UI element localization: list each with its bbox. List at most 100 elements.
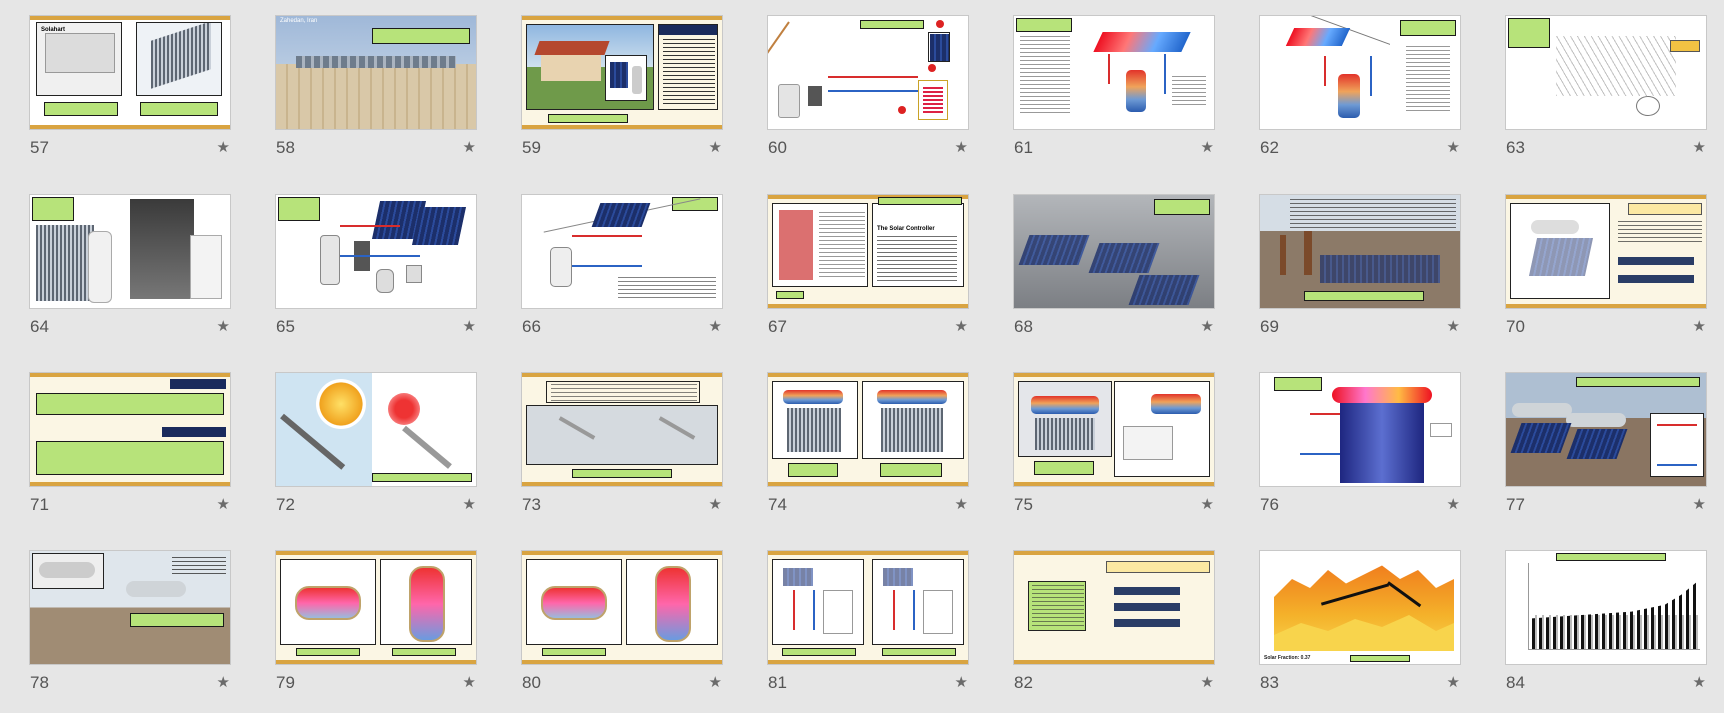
slide-75[interactable]: 75 ★: [1014, 373, 1214, 515]
star-icon[interactable]: ★: [1693, 673, 1706, 691]
slide-thumbnail[interactable]: [1014, 551, 1214, 664]
slide-thumbnail[interactable]: Zahedan, Iran: [276, 16, 476, 129]
star-icon[interactable]: ★: [955, 673, 968, 691]
slide-69[interactable]: 69 ★: [1260, 195, 1460, 337]
star-icon[interactable]: ★: [709, 138, 722, 156]
star-icon[interactable]: ★: [1201, 317, 1214, 335]
slide-72[interactable]: 72 ★: [276, 373, 476, 515]
star-icon[interactable]: ★: [1201, 673, 1214, 691]
slide-number: 61: [1014, 138, 1033, 157]
slide-thumbnail[interactable]: [522, 551, 722, 664]
slide-thumbnail[interactable]: [276, 551, 476, 664]
slide-71[interactable]: 71 ★: [30, 373, 230, 515]
slide-thumbnail[interactable]: The Solar Controller: [768, 195, 968, 308]
star-icon[interactable]: ★: [1447, 495, 1460, 513]
slide-thumbnail[interactable]: [522, 16, 722, 129]
star-icon[interactable]: ★: [709, 495, 722, 513]
slide-70[interactable]: 70 ★: [1506, 195, 1706, 337]
star-icon[interactable]: ★: [955, 317, 968, 335]
slide-74[interactable]: 74 ★: [768, 373, 968, 515]
slide-number: 75: [1014, 495, 1033, 514]
star-icon[interactable]: ★: [463, 495, 476, 513]
slide-80[interactable]: 80 ★: [522, 551, 722, 693]
slide-78[interactable]: 78 ★: [30, 551, 230, 693]
slide-59[interactable]: 59 ★: [522, 16, 722, 158]
slide-84[interactable]: 84 ★: [1506, 551, 1706, 693]
slide-thumbnail[interactable]: [768, 551, 968, 664]
slide-thumbnail[interactable]: [1260, 16, 1460, 129]
slide-76[interactable]: 76 ★: [1260, 373, 1460, 515]
slide-64[interactable]: 64 ★: [30, 195, 230, 337]
slide-number: 58: [276, 138, 295, 157]
slide-thumbnail[interactable]: [1260, 195, 1460, 308]
star-icon[interactable]: ★: [217, 673, 230, 691]
slide-thumbnail[interactable]: [1506, 373, 1706, 486]
slide-67[interactable]: The Solar Controller 67 ★: [768, 195, 968, 337]
slide-thumbnail[interactable]: [522, 195, 722, 308]
star-icon[interactable]: ★: [1201, 495, 1214, 513]
slide-62[interactable]: 62 ★: [1260, 16, 1460, 158]
slide-65[interactable]: 65 ★: [276, 195, 476, 337]
star-icon[interactable]: ★: [1201, 138, 1214, 156]
star-icon[interactable]: ★: [1447, 317, 1460, 335]
slide-thumbnail[interactable]: [1506, 195, 1706, 308]
star-icon[interactable]: ★: [709, 317, 722, 335]
slide-number: 83: [1260, 673, 1279, 692]
slide-thumbnail[interactable]: [1014, 16, 1214, 129]
star-icon[interactable]: ★: [463, 138, 476, 156]
slide-number: 63: [1506, 138, 1525, 157]
slide-number: 78: [30, 673, 49, 692]
slide-81[interactable]: 81 ★: [768, 551, 968, 693]
slide-number: 69: [1260, 317, 1279, 336]
slide-number: 60: [768, 138, 787, 157]
slide-thumbnail[interactable]: [1260, 373, 1460, 486]
slide-number: 67: [768, 317, 787, 336]
star-icon[interactable]: ★: [1693, 317, 1706, 335]
star-icon[interactable]: ★: [1447, 138, 1460, 156]
slide-number: 68: [1014, 317, 1033, 336]
slide-60[interactable]: 60 ★: [768, 16, 968, 158]
slide-thumbnail[interactable]: Solahart: [30, 16, 230, 129]
star-icon[interactable]: ★: [1447, 673, 1460, 691]
slide-thumbnail[interactable]: [522, 373, 722, 486]
slide-thumbnail[interactable]: [30, 551, 230, 664]
star-icon[interactable]: ★: [217, 138, 230, 156]
slide-73[interactable]: 73 ★: [522, 373, 722, 515]
slide-thumbnail[interactable]: [30, 195, 230, 308]
slide-number: 72: [276, 495, 295, 514]
slide-58[interactable]: Zahedan, Iran 58 ★: [276, 16, 476, 158]
slide-thumbnail[interactable]: [768, 373, 968, 486]
star-icon[interactable]: ★: [217, 495, 230, 513]
star-icon[interactable]: ★: [463, 317, 476, 335]
star-icon[interactable]: ★: [1693, 138, 1706, 156]
star-icon[interactable]: ★: [955, 138, 968, 156]
slide-thumbnail[interactable]: [1014, 195, 1214, 308]
slide-66[interactable]: 66 ★: [522, 195, 722, 337]
slide-77[interactable]: 77 ★: [1506, 373, 1706, 515]
slide-57[interactable]: Solahart 57 ★: [30, 16, 230, 158]
star-icon[interactable]: ★: [463, 673, 476, 691]
star-icon[interactable]: ★: [1693, 495, 1706, 513]
slide-thumbnail[interactable]: [1014, 373, 1214, 486]
slide-thumbnail[interactable]: [276, 195, 476, 308]
star-icon[interactable]: ★: [955, 495, 968, 513]
slide-63[interactable]: 63 ★: [1506, 16, 1706, 158]
slide-number: 70: [1506, 317, 1525, 336]
star-icon[interactable]: ★: [709, 673, 722, 691]
slide-number: 59: [522, 138, 541, 157]
slide-thumbnail[interactable]: [30, 373, 230, 486]
slide-thumbnail[interactable]: [1506, 16, 1706, 129]
slide-83[interactable]: Solar Fraction: 0.37 83 ★: [1260, 551, 1460, 693]
brand-logo: Solahart: [41, 27, 66, 33]
slide-61[interactable]: 61 ★: [1014, 16, 1214, 158]
slide-thumbnail[interactable]: [276, 373, 476, 486]
slide-thumbnail[interactable]: [1506, 551, 1706, 664]
slide-thumbnail[interactable]: [768, 16, 968, 129]
slide-number: 84: [1506, 673, 1525, 692]
slide-number: 76: [1260, 495, 1279, 514]
slide-thumbnail[interactable]: Solar Fraction: 0.37: [1260, 551, 1460, 664]
slide-82[interactable]: 82 ★: [1014, 551, 1214, 693]
slide-79[interactable]: 79 ★: [276, 551, 476, 693]
star-icon[interactable]: ★: [217, 317, 230, 335]
slide-68[interactable]: 68 ★: [1014, 195, 1214, 337]
